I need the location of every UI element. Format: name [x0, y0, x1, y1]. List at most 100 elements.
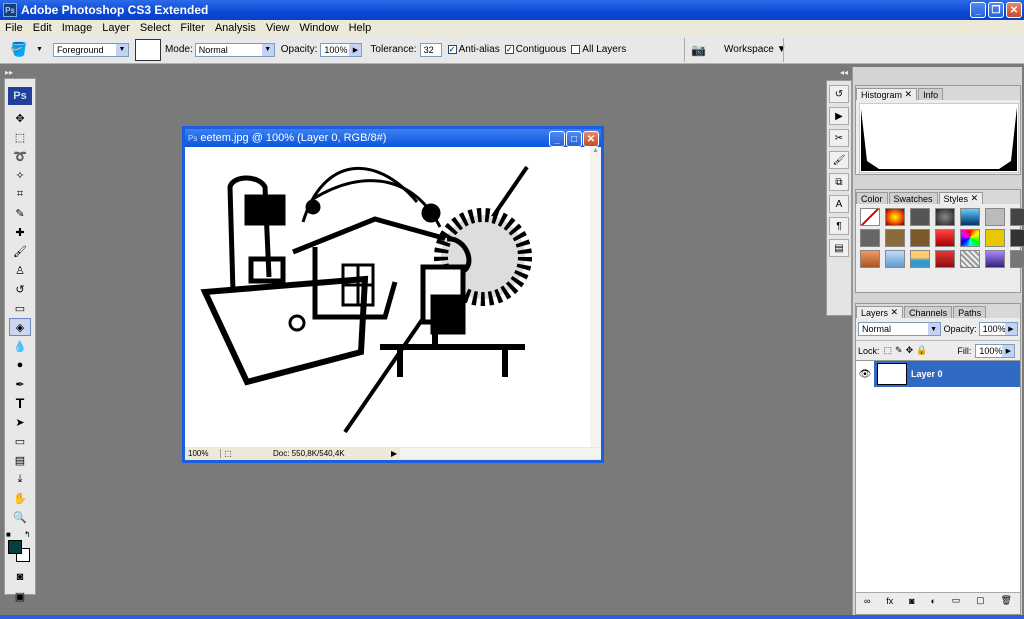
minimize-button[interactable]: _: [970, 2, 986, 18]
style-swatch[interactable]: [935, 229, 955, 247]
opacity-field[interactable]: 100% ▶: [320, 42, 363, 57]
new-group-icon[interactable]: ▭: [952, 595, 961, 606]
lock-position-icon[interactable]: ✥: [906, 345, 914, 356]
tolerance-field[interactable]: 32: [419, 42, 442, 57]
contiguous-checkbox[interactable]: ✓: [504, 45, 514, 54]
layer-style-icon[interactable]: fx: [886, 596, 893, 606]
menu-view[interactable]: View: [261, 22, 295, 34]
style-swatch[interactable]: [1010, 229, 1024, 247]
fill-field[interactable]: 100% ▶: [975, 343, 1016, 358]
move-tool-icon[interactable]: ✥: [9, 109, 31, 127]
dodge-tool-icon[interactable]: ●: [9, 356, 31, 374]
style-swatch[interactable]: [885, 208, 905, 226]
slice-tool-icon[interactable]: ✎: [9, 204, 31, 222]
link-layers-icon[interactable]: ∞: [864, 596, 870, 606]
style-swatch[interactable]: [985, 229, 1005, 247]
pen-tool-icon[interactable]: ✒: [9, 375, 31, 393]
all-layers-checkbox[interactable]: [571, 45, 581, 54]
healing-brush-tool-icon[interactable]: ✚: [9, 223, 31, 241]
default-colors-icon[interactable]: ■: [6, 530, 11, 539]
style-swatch[interactable]: [885, 229, 905, 247]
stamp-tool-icon[interactable]: ♙: [9, 261, 31, 279]
quick-mask-icon[interactable]: ◙: [9, 568, 31, 586]
crop-tool-icon[interactable]: ⌗: [9, 185, 31, 203]
notes-tool-icon[interactable]: ▤: [9, 451, 31, 469]
image-canvas[interactable]: [185, 147, 590, 447]
magic-wand-tool-icon[interactable]: ✧: [9, 166, 31, 184]
lock-all-icon[interactable]: 🔒: [916, 345, 927, 356]
clone-source-icon[interactable]: ⧉: [829, 173, 849, 191]
style-swatch[interactable]: [860, 229, 880, 247]
lock-transparency-icon[interactable]: ⬚: [884, 345, 893, 356]
marquee-tool-icon[interactable]: ⬚: [9, 128, 31, 146]
history-brush-tool-icon[interactable]: ↺: [9, 280, 31, 298]
visibility-eye-icon[interactable]: 👁: [856, 361, 874, 387]
style-swatch[interactable]: [960, 208, 980, 226]
style-swatch[interactable]: [910, 250, 930, 268]
layer-mask-icon[interactable]: ◙: [909, 596, 914, 606]
menu-layer[interactable]: Layer: [97, 22, 135, 34]
menu-image[interactable]: Image: [57, 22, 98, 34]
adjustment-layer-icon[interactable]: ◐: [930, 596, 935, 606]
layer-comps-icon[interactable]: ▤: [829, 239, 849, 257]
character-panel-icon[interactable]: A: [829, 195, 849, 213]
bridge-icon[interactable]: 📷: [691, 43, 706, 57]
style-swatch[interactable]: [935, 250, 955, 268]
type-tool-icon[interactable]: T: [9, 394, 31, 412]
lasso-tool-icon[interactable]: ➰: [9, 147, 31, 165]
new-layer-icon[interactable]: ▢: [976, 595, 985, 606]
lock-image-icon[interactable]: ✎: [895, 345, 903, 356]
restore-button[interactable]: ❐: [988, 2, 1004, 18]
tab-paths[interactable]: Paths: [953, 306, 987, 318]
tab-swatches[interactable]: Swatches: [888, 192, 938, 204]
blur-tool-icon[interactable]: 💧: [9, 337, 31, 355]
menu-analysis[interactable]: Analysis: [210, 22, 261, 34]
document-title-bar[interactable]: Ps eetem.jpg @ 100% (Layer 0, RGB/8#) _ …: [185, 129, 601, 147]
menu-select[interactable]: Select: [135, 22, 176, 34]
tab-layers[interactable]: Layers ✕: [856, 306, 904, 318]
shape-tool-icon[interactable]: ▭: [9, 432, 31, 450]
tab-channels[interactable]: Channels: [904, 306, 953, 318]
menu-help[interactable]: Help: [344, 22, 377, 34]
style-swatch[interactable]: [960, 250, 980, 268]
style-swatch[interactable]: [935, 208, 955, 226]
eyedropper-tool-icon[interactable]: ⤓: [9, 470, 31, 488]
doc-maximize-button[interactable]: □: [566, 131, 582, 147]
menu-window[interactable]: Window: [294, 22, 343, 34]
fill-source-select[interactable]: Foreground ▼: [52, 42, 129, 57]
tab-color[interactable]: Color: [856, 192, 888, 204]
toolbox-collapse-arrows[interactable]: ▸▸: [5, 68, 13, 77]
screen-mode-icon[interactable]: ▣: [9, 587, 31, 605]
scroll-up-icon[interactable]: ▲: [590, 147, 601, 154]
tab-histogram[interactable]: Histogram ✕: [856, 88, 918, 100]
style-swatch[interactable]: [885, 250, 905, 268]
antialias-checkbox[interactable]: ✓: [447, 45, 457, 54]
tool-presets-icon[interactable]: ✂: [829, 129, 849, 147]
preset-chevron-icon[interactable]: ▼: [36, 46, 43, 53]
eraser-tool-icon[interactable]: ▭: [9, 299, 31, 317]
tab-styles[interactable]: Styles ✕: [938, 192, 984, 204]
style-swatch[interactable]: [910, 208, 930, 226]
layer-row[interactable]: 👁 Layer 0: [856, 361, 1020, 387]
tab-info[interactable]: Info: [918, 88, 944, 100]
workspace-button[interactable]: Workspace ▼: [724, 44, 787, 55]
layer-name[interactable]: Layer 0: [911, 369, 943, 379]
status-menu-icon[interactable]: ⬚: [221, 449, 235, 458]
blend-mode-select[interactable]: Normal ▼: [858, 322, 941, 336]
style-swatch[interactable]: [1010, 208, 1024, 226]
zoom-level[interactable]: 100%: [185, 449, 221, 458]
foreground-color-swatch[interactable]: [8, 540, 22, 554]
brush-tool-icon[interactable]: 🖌: [9, 242, 31, 260]
menu-filter[interactable]: Filter: [175, 22, 209, 34]
path-selection-tool-icon[interactable]: ➤: [9, 413, 31, 431]
status-arrow-icon[interactable]: ▶: [391, 449, 397, 458]
close-button[interactable]: ✕: [1006, 2, 1022, 18]
style-swatch[interactable]: [910, 229, 930, 247]
layer-opacity-field[interactable]: 100% ▶: [978, 322, 1018, 336]
brushes-panel-icon[interactable]: 🖌: [829, 151, 849, 169]
style-swatch[interactable]: [960, 229, 980, 247]
style-swatch[interactable]: [860, 250, 880, 268]
menu-file[interactable]: File: [0, 22, 28, 34]
paragraph-panel-icon[interactable]: ¶: [829, 217, 849, 235]
mode-select[interactable]: Normal ▼: [194, 42, 275, 57]
